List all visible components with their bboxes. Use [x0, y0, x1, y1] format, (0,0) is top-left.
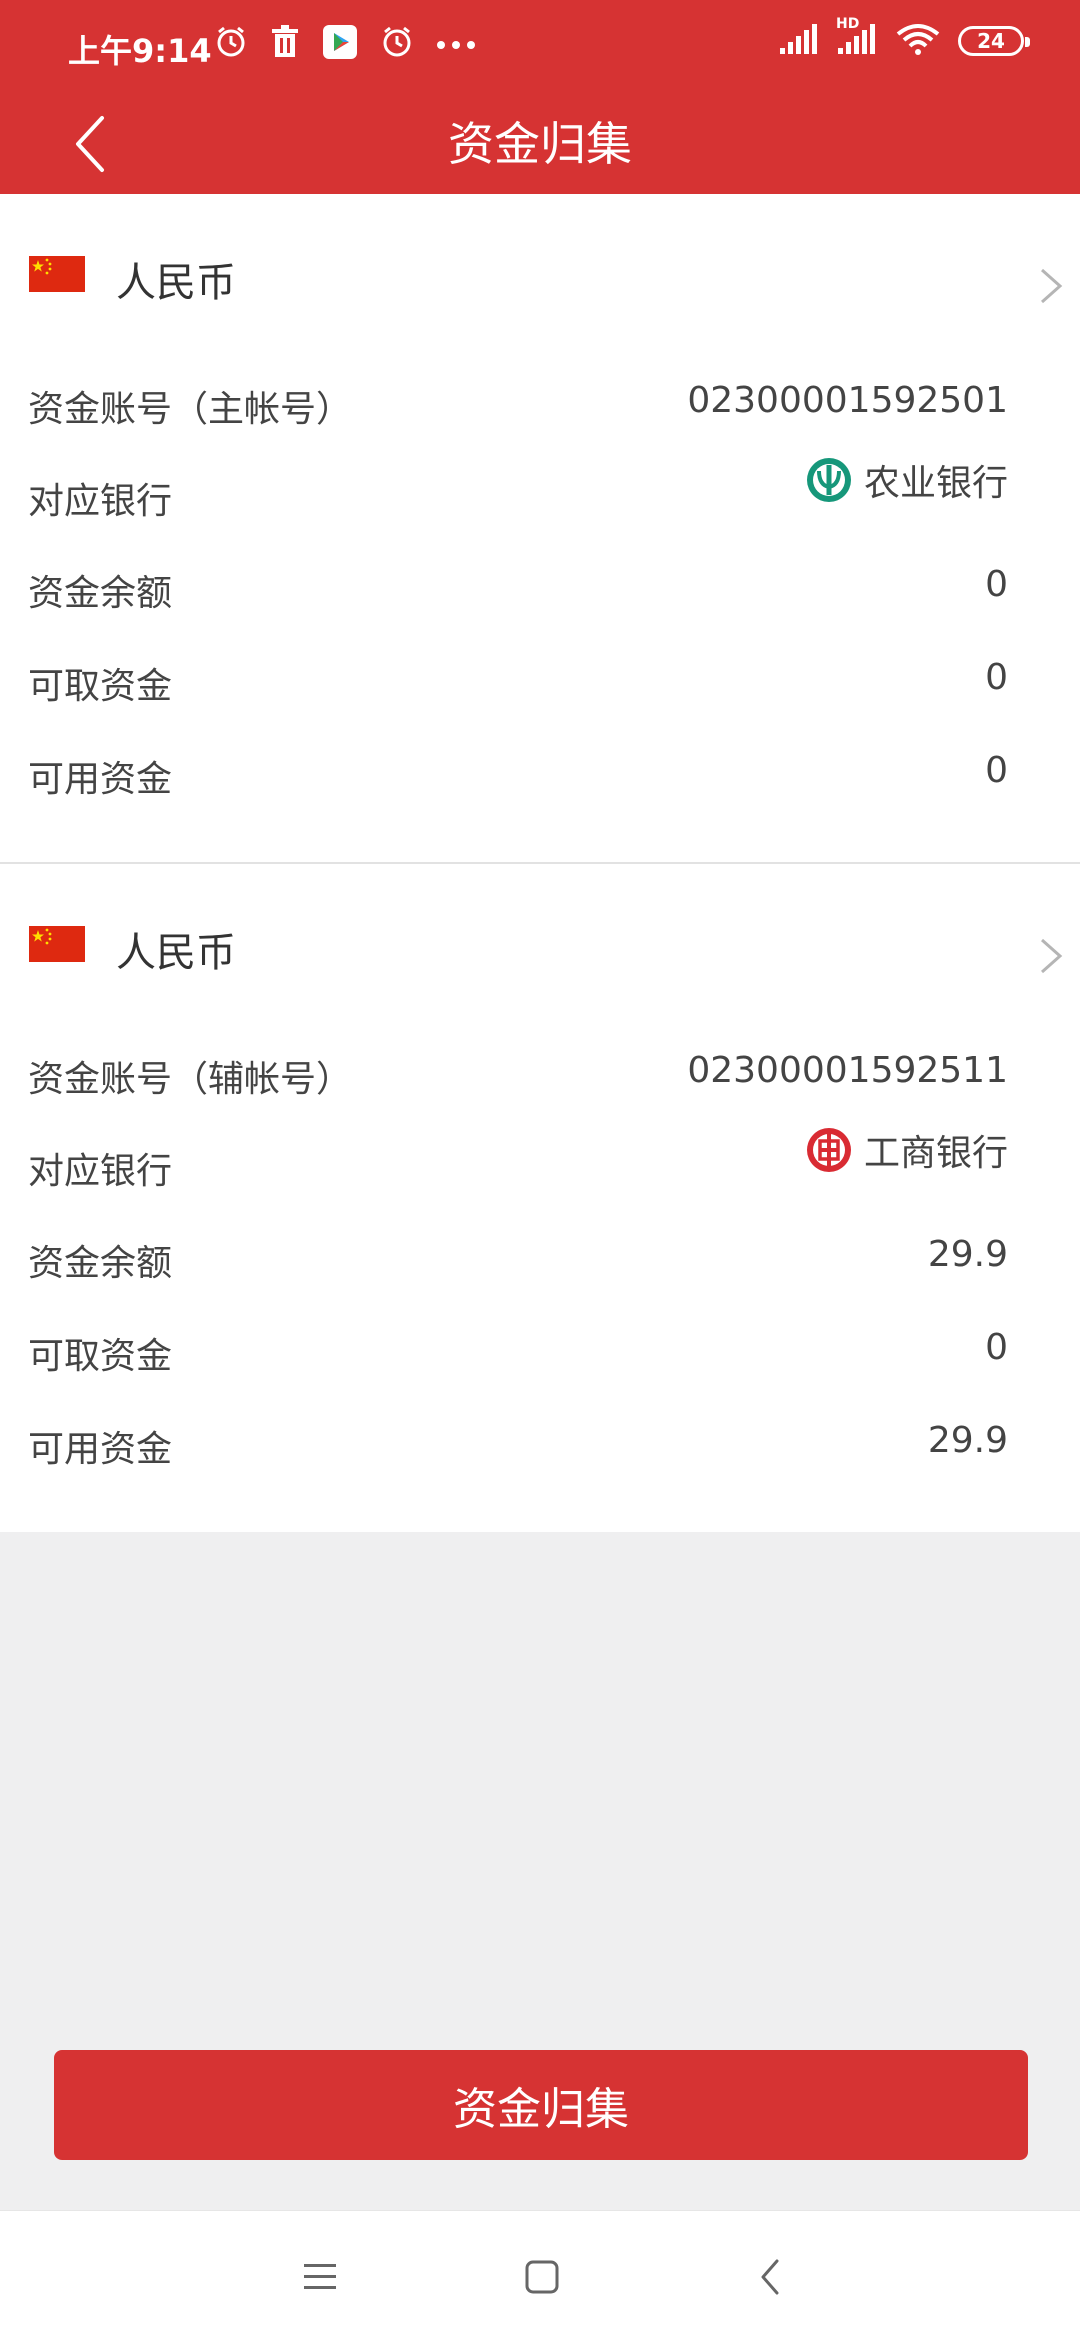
app-root: 上午9:14 HD 24 资金归集 人民币 资金账号（主帐号） 02300001… [0, 0, 1080, 2340]
bank-name: 工商银行 [863, 1133, 1008, 1174]
system-nav-bar [0, 2210, 1080, 2340]
clock-icon [380, 25, 414, 63]
chevron-right-icon[interactable] [1036, 266, 1066, 306]
account-number-value: 02300001592501 [687, 380, 1008, 421]
back-triangle-icon [761, 2259, 779, 2295]
row-label: 资金账号（辅帐号） [28, 1059, 353, 1100]
bank-value: 农业银行 [806, 454, 1008, 506]
status-bar: 上午9:14 HD 24 [0, 0, 1080, 94]
status-time: 上午9:14 [68, 32, 212, 70]
menu-icon [304, 2264, 336, 2289]
withdrawable-value: 0 [985, 1327, 1008, 1368]
fund-collection-button[interactable]: 资金归集 [54, 2050, 1028, 2160]
withdrawable-row: 可取资金 0 [0, 637, 1080, 717]
status-icons-left [214, 24, 476, 64]
withdrawable-row: 可取资金 0 [0, 1307, 1080, 1387]
play-store-icon [322, 24, 358, 64]
bank-name: 农业银行 [863, 463, 1008, 504]
header: 上午9:14 HD 24 资金归集 [0, 0, 1080, 194]
chevron-right-icon[interactable] [1036, 936, 1066, 976]
currency-row[interactable]: 人民币 [0, 864, 1080, 1014]
available-value: 0 [985, 750, 1008, 791]
trash-icon [270, 25, 300, 63]
battery-level: 24 [977, 29, 1005, 53]
icbc-bank-icon [806, 1127, 852, 1173]
row-label: 可用资金 [28, 1429, 173, 1470]
china-flag-icon [29, 926, 85, 962]
nav-bar: 资金归集 [0, 94, 1080, 194]
available-row: 可用资金 0 [0, 730, 1080, 810]
more-dots-icon [436, 35, 476, 54]
row-label: 资金余额 [28, 1243, 173, 1284]
bank-row: 对应银行 农业银行 [0, 452, 1080, 532]
account-number-row: 资金账号（辅帐号） 02300001592511 [0, 1030, 1080, 1110]
page-title: 资金归集 [448, 117, 632, 171]
row-label: 对应银行 [28, 1151, 173, 1192]
row-label: 可用资金 [28, 759, 173, 800]
home-square-icon [525, 2260, 559, 2294]
row-label: 对应银行 [28, 481, 173, 522]
wifi-icon [896, 22, 940, 60]
row-label: 资金余额 [28, 573, 173, 614]
account-card-secondary[interactable]: 人民币 资金账号（辅帐号） 02300001592511 对应银行 工商银行 资… [0, 864, 1080, 1532]
row-label: 资金账号（主帐号） [28, 389, 353, 430]
currency-row[interactable]: 人民币 [0, 194, 1080, 344]
abc-bank-icon [806, 457, 852, 503]
china-flag-icon [29, 256, 85, 292]
battery-icon: 24 [958, 26, 1030, 56]
bank-value: 工商银行 [806, 1124, 1008, 1176]
withdrawable-value: 0 [985, 657, 1008, 698]
row-label: 可取资金 [28, 666, 173, 707]
hd-signal-icon: HD [836, 16, 878, 60]
home-button[interactable] [512, 2247, 572, 2307]
currency-label: 人民币 [116, 930, 236, 976]
bank-row: 对应银行 工商银行 [0, 1122, 1080, 1202]
hd-label: HD [836, 16, 860, 32]
available-value: 29.9 [927, 1420, 1008, 1461]
account-number-value: 02300001592511 [687, 1050, 1008, 1091]
balance-value: 29.9 [927, 1234, 1008, 1275]
system-back-button[interactable] [740, 2247, 800, 2307]
menu-button[interactable] [290, 2247, 350, 2307]
account-card-primary[interactable]: 人民币 资金账号（主帐号） 02300001592501 对应银行 农业银行 资… [0, 194, 1080, 862]
signal-icon [778, 22, 818, 60]
currency-label: 人民币 [116, 260, 236, 306]
alarm-icon [214, 25, 248, 63]
balance-row: 资金余额 29.9 [0, 1214, 1080, 1294]
row-label: 可取资金 [28, 1336, 173, 1377]
available-row: 可用资金 29.9 [0, 1400, 1080, 1480]
balance-row: 资金余额 0 [0, 544, 1080, 624]
account-number-row: 资金账号（主帐号） 02300001592501 [0, 360, 1080, 440]
balance-value: 0 [985, 564, 1008, 605]
status-icons-right: HD 24 [778, 16, 1030, 60]
